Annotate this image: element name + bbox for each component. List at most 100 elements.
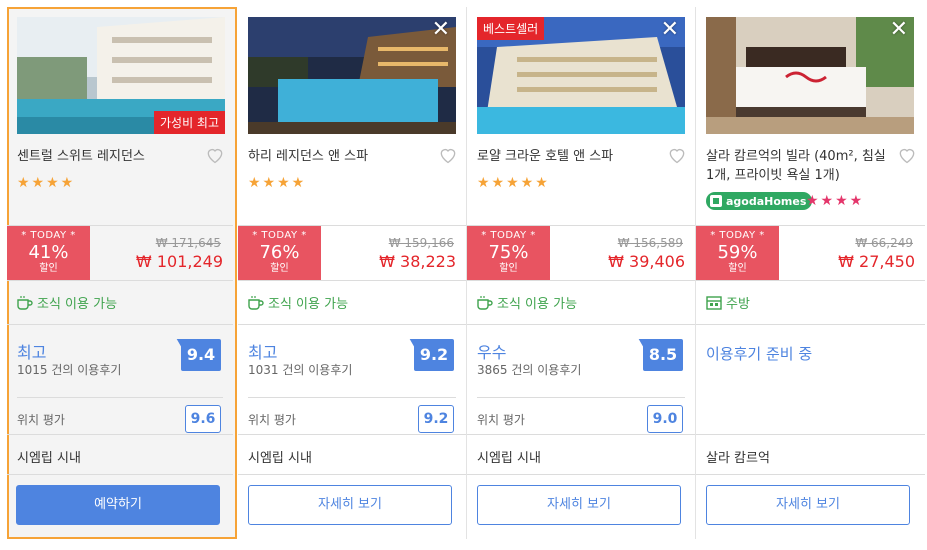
divider — [477, 397, 685, 398]
today-label: * TODAY * — [21, 230, 76, 241]
book-button[interactable]: 예약하기 — [16, 485, 220, 525]
area-row: 살라 캄르억 — [696, 435, 925, 475]
hotel-name[interactable]: 살라 캄르억의 빌라 (40m², 침실 1개, 프라이빗 욕실 1개) — [706, 147, 886, 185]
hotel-photo[interactable]: ✕ — [706, 17, 914, 134]
location-label: 위치 평가 — [17, 413, 65, 427]
review-pending: 이용후기 준비 중 — [706, 345, 813, 363]
location-score: 9.2 — [418, 405, 454, 433]
home-icon — [710, 195, 722, 207]
hotel-photo[interactable]: 가성비 최고 — [17, 17, 225, 134]
details-button[interactable]: 자세히 보기 — [706, 485, 910, 525]
discount-suffix: 할인 — [499, 263, 518, 274]
hotel-card-royal-crown[interactable]: 베스트셀러 ✕ 로얄 크라운 호텔 앤 스파 ★★★★★ * TODAY * 7… — [467, 7, 696, 539]
amenity: 주방 — [706, 293, 750, 312]
close-icon[interactable]: ✕ — [661, 19, 679, 41]
hotel-photo[interactable]: ✕ — [248, 17, 456, 134]
coffee-cup-icon — [248, 295, 264, 310]
amenity-label: 주방 — [726, 297, 750, 312]
bestseller-badge: 베스트셀러 — [477, 17, 545, 40]
agoda-homes-label: agodaHomes — [726, 194, 807, 208]
agoda-homes-badge: agodaHomes — [706, 192, 813, 210]
review-section[interactable]: 최고 1015 건의 이용후기 9.4 위치 평가 9.6 — [7, 325, 233, 435]
heart-icon[interactable] — [438, 145, 458, 165]
location-label: 위치 평가 — [248, 413, 296, 427]
amenity-label: 조식 이용 가능 — [268, 297, 349, 312]
today-label: * TODAY * — [252, 230, 307, 241]
review-section: 이용후기 준비 중 — [696, 325, 925, 435]
divider — [17, 397, 223, 398]
amenity-row: 조식 이용 가능 — [7, 281, 233, 325]
review-section[interactable]: 우수 3865 건의 이용후기 8.5 위치 평가 9.0 — [467, 325, 695, 435]
final-price: ₩ 39,406 — [608, 252, 685, 271]
review-label: 우수 — [477, 343, 507, 362]
close-icon[interactable]: ✕ — [890, 19, 908, 41]
today-discount-badge: * TODAY * 41% 할인 — [7, 226, 90, 280]
price-row: * TODAY * 75% 할인 ₩ 156,589 ₩ 39,406 — [467, 225, 695, 281]
amenity: 조식 이용 가능 — [248, 293, 348, 312]
coffee-cup-icon — [17, 295, 33, 310]
amenity-label: 조식 이용 가능 — [37, 297, 118, 312]
area-name: 시엠립 시내 — [248, 451, 312, 466]
price-row: * TODAY * 76% 할인 ₩ 159,166 ₩ 38,223 — [238, 225, 466, 281]
price-row: * TODAY * 41% 할인 ₩ 171,645 ₩ 101,249 — [7, 225, 233, 281]
star-rating: ★★★★★ — [477, 175, 550, 191]
area-name: 시엠립 시내 — [477, 451, 541, 466]
area-name: 살라 캄르억 — [706, 451, 770, 466]
price-row: * TODAY * 59% 할인 ₩ 66,249 ₩ 27,450 — [696, 225, 925, 281]
hotel-photo[interactable]: 베스트셀러 ✕ — [477, 17, 685, 134]
original-price: ₩ 66,249 — [855, 236, 913, 250]
location-score: 9.0 — [647, 405, 683, 433]
location-label: 위치 평가 — [477, 413, 525, 427]
close-icon[interactable]: ✕ — [432, 19, 450, 41]
today-label: * TODAY * — [710, 230, 765, 241]
amenity-row: 조식 이용 가능 — [238, 281, 466, 325]
coffee-cup-icon — [477, 295, 493, 310]
discount-percent: 41% — [28, 242, 69, 263]
hotel-card-central-suite[interactable]: 가성비 최고 센트럴 스위트 레지던스 ★★★★ * TODAY * 41% 할… — [7, 7, 237, 539]
area-row: 시엠립 시내 — [7, 435, 233, 475]
final-price: ₩ 27,450 — [838, 252, 915, 271]
review-count[interactable]: 1015 건의 이용후기 — [17, 361, 121, 378]
heart-icon[interactable] — [667, 145, 687, 165]
kitchen-icon — [706, 295, 722, 310]
review-label: 최고 — [248, 343, 278, 362]
amenity-row: 조식 이용 가능 — [467, 281, 695, 325]
discount-percent: 59% — [717, 242, 758, 263]
review-section[interactable]: 최고 1031 건의 이용후기 9.2 위치 평가 9.2 — [238, 325, 466, 435]
discount-percent: 76% — [259, 242, 300, 263]
amenity-row: 주방 — [696, 281, 925, 325]
area-row: 시엠립 시내 — [238, 435, 466, 475]
today-discount-badge: * TODAY * 59% 할인 — [696, 226, 779, 280]
discount-suffix: 할인 — [728, 263, 747, 274]
hotel-card-sala-kamreuk-villa[interactable]: ✕ 살라 캄르억의 빌라 (40m², 침실 1개, 프라이빗 욕실 1개) a… — [696, 7, 925, 539]
review-label: 최고 — [17, 343, 47, 362]
review-score: 9.4 — [181, 339, 221, 371]
heart-icon[interactable] — [205, 145, 225, 165]
review-count[interactable]: 3865 건의 이용후기 — [477, 361, 581, 378]
review-count[interactable]: 1031 건의 이용후기 — [248, 361, 352, 378]
hotel-photo-image — [706, 17, 914, 134]
star-rating: ★★★★ — [248, 175, 307, 191]
original-price: ₩ 159,166 — [388, 236, 454, 250]
amenity: 조식 이용 가능 — [17, 293, 117, 312]
discount-suffix: 할인 — [270, 263, 289, 274]
hotel-name[interactable]: 로얄 크라운 호텔 앤 스파 — [477, 147, 657, 166]
area-name: 시엠립 시내 — [17, 451, 81, 466]
heart-icon[interactable] — [897, 145, 917, 165]
hotel-name[interactable]: 센트럴 스위트 레지던스 — [17, 147, 197, 166]
review-score: 9.2 — [414, 339, 454, 371]
value-badge: 가성비 최고 — [153, 111, 225, 134]
final-price: ₩ 101,249 — [135, 252, 223, 271]
hotel-card-hari-residence[interactable]: ✕ 하리 레지던스 앤 스파 ★★★★ * TODAY * 76% 할인 ₩ 1… — [238, 7, 467, 539]
details-button[interactable]: 자세히 보기 — [248, 485, 452, 525]
discount-suffix: 할인 — [39, 263, 58, 274]
original-price: ₩ 156,589 — [617, 236, 683, 250]
hotel-comparison: 가성비 최고 센트럴 스위트 레지던스 ★★★★ * TODAY * 41% 할… — [0, 0, 927, 550]
discount-percent: 75% — [488, 242, 529, 263]
area-row: 시엠립 시내 — [467, 435, 695, 475]
today-discount-badge: * TODAY * 75% 할인 — [467, 226, 550, 280]
hotel-name[interactable]: 하리 레지던스 앤 스파 — [248, 147, 428, 166]
final-price: ₩ 38,223 — [379, 252, 456, 271]
details-button[interactable]: 자세히 보기 — [477, 485, 681, 525]
today-discount-badge: * TODAY * 76% 할인 — [238, 226, 321, 280]
